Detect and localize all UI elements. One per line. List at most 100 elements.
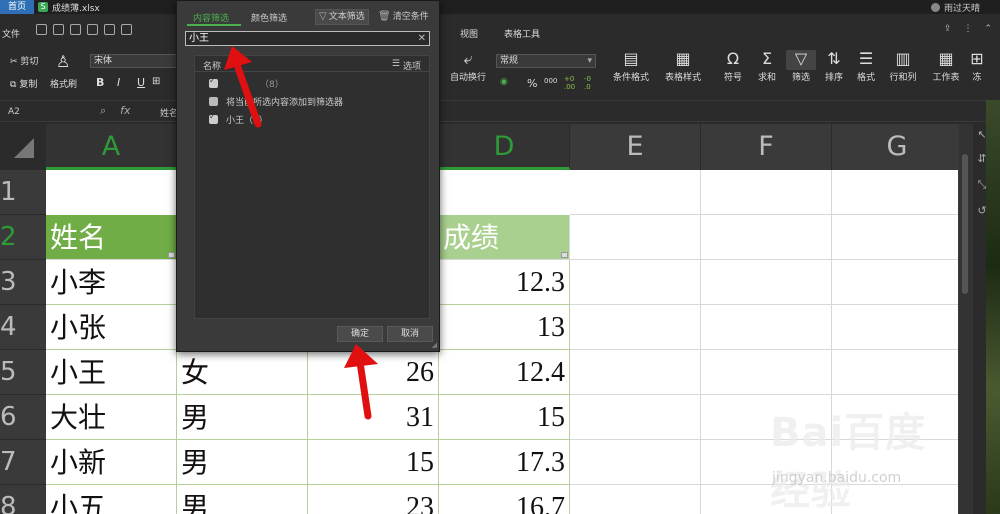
resize-grip-icon[interactable]: ◢ (432, 341, 437, 349)
copy-button[interactable]: ⧉ 复制 (10, 77, 37, 90)
cell-gender[interactable]: 男 (177, 485, 308, 514)
italic-button[interactable]: I (117, 76, 120, 89)
cell[interactable] (570, 395, 701, 440)
share-icon[interactable]: ⇪ (944, 24, 952, 34)
undo-icon[interactable] (104, 24, 115, 35)
tab-color-filter[interactable]: 颜色筛选 (251, 11, 287, 24)
rows-cols-button[interactable]: ▥ 行和列 (886, 50, 920, 84)
sort-button[interactable]: ⇅ 排序 (820, 50, 848, 84)
underline-button[interactable]: U (137, 76, 145, 89)
home-tab[interactable]: 首页 (0, 0, 34, 14)
filter-dropdown-icon[interactable] (168, 252, 175, 258)
row-header-7[interactable]: 7 (0, 440, 46, 485)
vertical-scrollbar[interactable] (959, 124, 973, 514)
conditional-format-button[interactable]: ▤ 条件格式 (608, 50, 654, 84)
text-filter-button[interactable]: ▽ 文本筛选 (315, 9, 369, 25)
cell-a2[interactable]: 姓名 (46, 215, 177, 260)
cell[interactable] (701, 305, 832, 350)
tab-content-filter[interactable]: 内容筛选 (193, 11, 229, 24)
cell[interactable] (570, 170, 701, 215)
collapse-ribbon-icon[interactable]: ⌃ (984, 24, 992, 34)
column-header-a[interactable]: A (46, 124, 177, 170)
menu-table-tools[interactable]: 表格工具 (504, 27, 540, 40)
cell-name[interactable]: 小李 (46, 260, 177, 305)
row-header-2[interactable]: 2 (0, 215, 46, 260)
filter-dropdown-icon[interactable] (561, 252, 568, 258)
scrollbar-thumb[interactable] (962, 154, 968, 294)
fx-icon[interactable]: fx (120, 104, 130, 118)
close-icon[interactable]: ✕ (418, 32, 426, 45)
cell[interactable] (570, 440, 701, 485)
cell[interactable] (570, 305, 701, 350)
worksheet-button[interactable]: ▦ 工作表 (928, 50, 964, 84)
cell-score[interactable]: 16.7 (439, 485, 570, 514)
cell-score[interactable]: 13 (439, 305, 570, 350)
table-style-button[interactable]: ▦ 表格样式 (660, 50, 706, 84)
row-header-3[interactable]: 3 (0, 260, 46, 305)
select-all-corner[interactable] (0, 124, 46, 170)
column-header-f[interactable]: F (701, 124, 832, 170)
cell-name[interactable]: 小五 (46, 485, 177, 514)
row-header-4[interactable]: 4 (0, 305, 46, 350)
percent-button[interactable]: % (527, 77, 537, 90)
save-icon[interactable] (36, 24, 47, 35)
cell-score[interactable]: 15 (439, 395, 570, 440)
cell[interactable] (701, 350, 832, 395)
cell-score[interactable]: 12.3 (439, 260, 570, 305)
cell-gender[interactable]: 男 (177, 395, 308, 440)
cell-name[interactable]: 小张 (46, 305, 177, 350)
bold-button[interactable]: B (96, 76, 104, 89)
cell[interactable] (570, 485, 701, 514)
cell[interactable] (701, 260, 832, 305)
auto-wrap-button[interactable]: ⤶ 自动换行 (448, 50, 488, 84)
cell-age[interactable]: 23 (308, 485, 439, 514)
list-options-button[interactable]: ☰ 选项 (392, 59, 421, 72)
number-format-select[interactable]: 常规 ▾ (496, 54, 596, 68)
cell[interactable] (832, 260, 958, 305)
format-painter-icon[interactable]: ♙ (56, 52, 70, 71)
cell-gender[interactable]: 男 (177, 440, 308, 485)
cell[interactable] (701, 215, 832, 260)
name-box[interactable]: A2 (4, 105, 68, 119)
row-header-8[interactable]: 8 (0, 485, 46, 514)
cut-button[interactable]: ✂ 剪切 (10, 54, 38, 67)
cell[interactable] (701, 170, 832, 215)
cell[interactable] (570, 350, 701, 395)
menu-view[interactable]: 视图 (460, 27, 478, 40)
menu-file[interactable]: 文件 (2, 27, 20, 40)
row-header-1[interactable]: 1 (0, 170, 46, 215)
row-header-6[interactable]: 6 (0, 395, 46, 440)
format-painter-label[interactable]: 格式刷 (50, 77, 77, 90)
border-icon[interactable]: ⊞ (152, 76, 160, 87)
cell-name[interactable]: 大壮 (46, 395, 177, 440)
cell[interactable] (832, 215, 958, 260)
freeze-button[interactable]: ⊞ 冻 (968, 50, 986, 84)
user-area[interactable]: 雨过天晴 (930, 0, 980, 14)
column-header-d[interactable]: D (439, 124, 570, 170)
cell-age[interactable]: 15 (308, 440, 439, 485)
row-header-5[interactable]: 5 (0, 350, 46, 395)
cell-gender[interactable]: 女 (177, 350, 308, 395)
cell[interactable] (570, 215, 701, 260)
open-icon[interactable] (53, 24, 64, 35)
currency-icon[interactable]: ◉ (500, 77, 508, 87)
cell-name[interactable]: 小王 (46, 350, 177, 395)
cancel-button[interactable]: 取消 (387, 326, 433, 342)
filter-button[interactable]: ▽ 筛选 (786, 50, 816, 83)
cell[interactable] (832, 305, 958, 350)
cell[interactable] (832, 350, 958, 395)
column-header-g[interactable]: G (832, 124, 958, 170)
cell-score[interactable]: 12.4 (439, 350, 570, 395)
redo-icon[interactable] (121, 24, 132, 35)
print-icon[interactable] (70, 24, 81, 35)
preview-icon[interactable] (87, 24, 98, 35)
cell-d2[interactable]: 成绩 (439, 215, 570, 260)
decrease-decimal-icon[interactable]: -0.0 (584, 75, 591, 91)
cell-score[interactable]: 17.3 (439, 440, 570, 485)
cell[interactable] (832, 170, 958, 215)
clear-condition-button[interactable]: 🗑 清空条件 (375, 9, 432, 25)
zoom-icon[interactable]: ⌕ (100, 104, 106, 118)
symbol-button[interactable]: Ω 符号 (718, 50, 748, 84)
more-icon[interactable]: ⋮ (963, 24, 972, 34)
file-tab[interactable]: S 成绩薄.xlsx (38, 0, 100, 14)
